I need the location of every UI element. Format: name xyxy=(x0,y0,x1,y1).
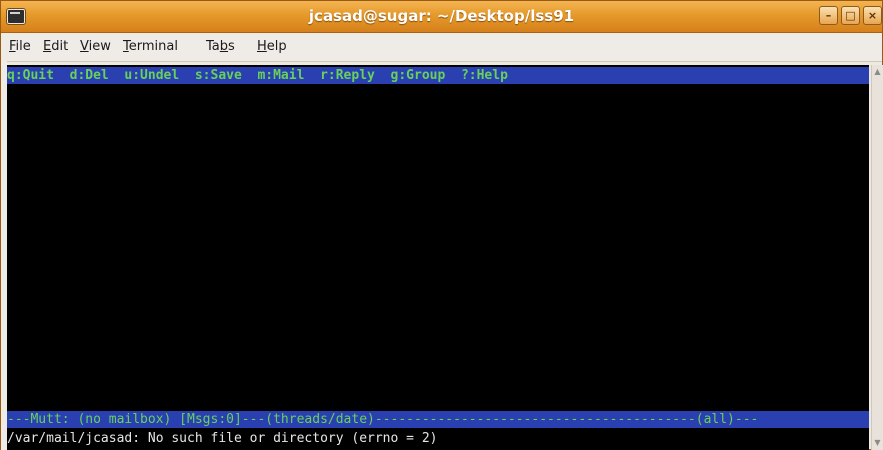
maximize-button[interactable]: □ xyxy=(841,6,860,25)
mutt-help-bar: q:Quit d:Del u:Undel s:Save m:Mail r:Rep… xyxy=(7,67,869,84)
menu-view[interactable]: View xyxy=(80,39,111,54)
menu-tabs[interactable]: Tabs xyxy=(206,39,235,54)
terminal-window: jcasad@sugar: ~/Desktop/lss91 – □ × File… xyxy=(0,0,883,450)
menu-file[interactable]: File xyxy=(9,39,31,54)
close-button[interactable]: × xyxy=(863,6,882,25)
title-bar[interactable]: jcasad@sugar: ~/Desktop/lss91 – □ × xyxy=(1,1,882,33)
scroll-down-arrow-icon[interactable]: ▼ xyxy=(873,438,882,448)
window-title: jcasad@sugar: ~/Desktop/lss91 xyxy=(308,7,575,25)
terminal-screen[interactable]: q:Quit d:Del u:Undel s:Save m:Mail r:Rep… xyxy=(7,65,869,450)
menu-help[interactable]: Help xyxy=(257,39,287,54)
mutt-status-bar: ---Mutt: (no mailbox) [Msgs:0]---(thread… xyxy=(7,411,869,428)
minimize-button[interactable]: – xyxy=(819,6,838,25)
terminal-scrollbar[interactable]: ▲ ▼ xyxy=(871,65,883,450)
menu-bar: File Edit View Terminal Tabs Help xyxy=(1,33,882,62)
mutt-error-message: /var/mail/jcasad: No such file or direct… xyxy=(7,430,869,447)
scroll-up-arrow-icon[interactable]: ▲ xyxy=(873,67,882,77)
menu-edit[interactable]: Edit xyxy=(43,39,68,54)
menu-terminal[interactable]: Terminal xyxy=(123,39,178,54)
